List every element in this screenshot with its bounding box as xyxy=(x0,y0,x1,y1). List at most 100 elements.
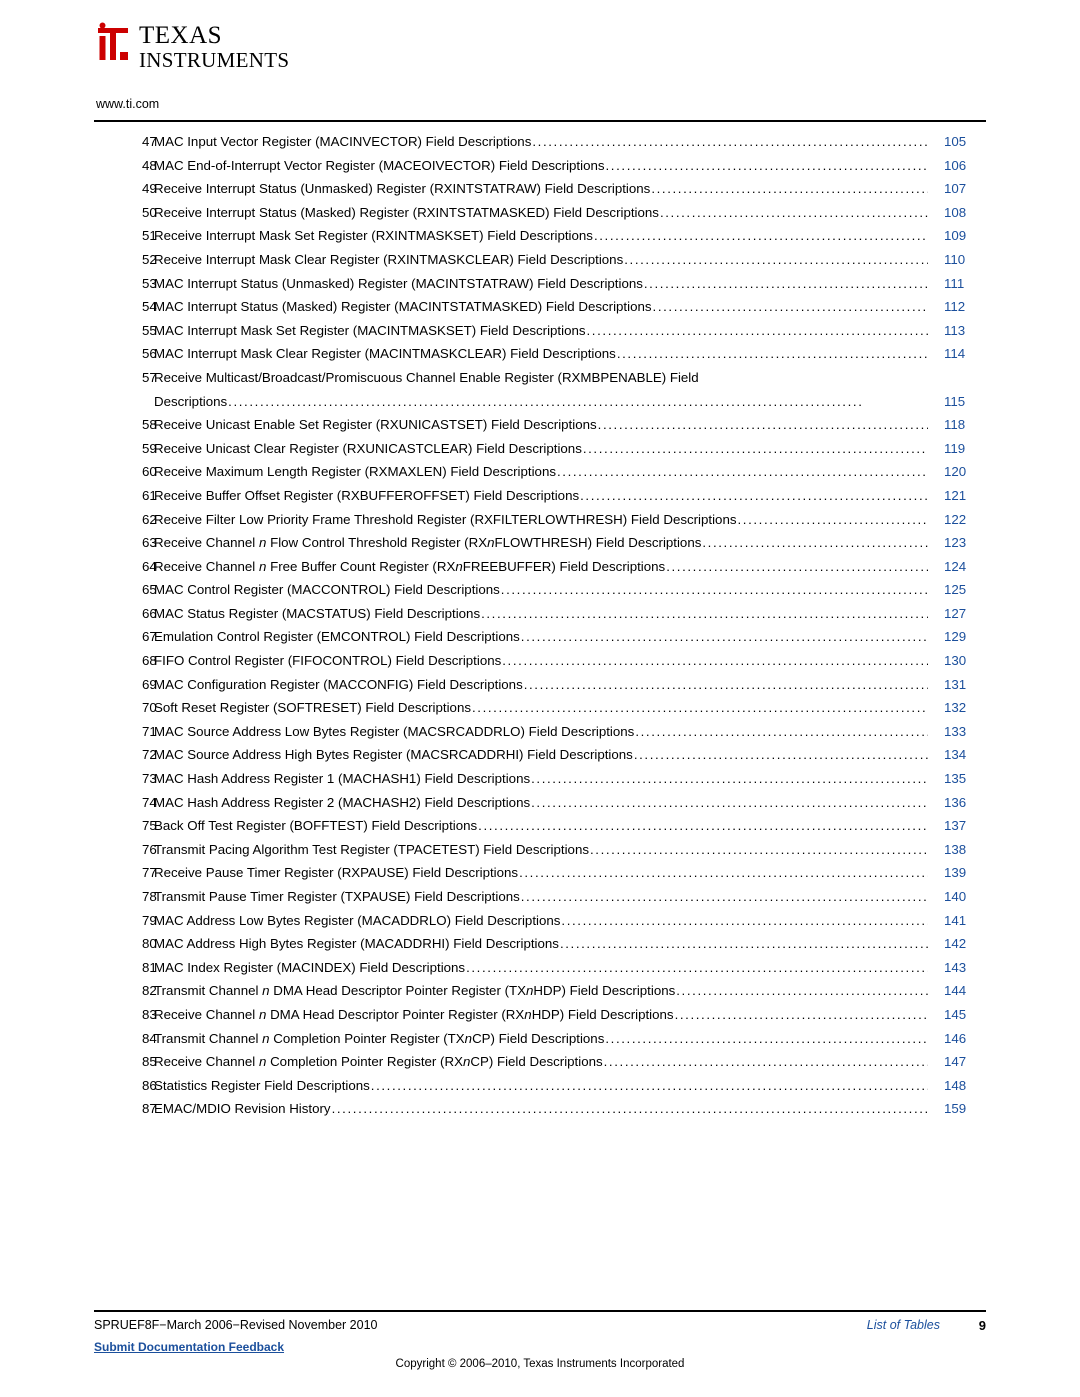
toc-title-line: MAC End-of-Interrupt Vector Register (MA… xyxy=(154,154,928,178)
toc-entry-number: 79 xyxy=(142,912,157,928)
toc-entry[interactable]: 51 Receive Interrupt Mask Set Register (R… xyxy=(94,224,986,248)
toc-entry[interactable]: 59 Receive Unicast Clear Register (RXUNIC… xyxy=(94,437,986,461)
toc-entry-page[interactable]: 125 xyxy=(928,578,986,602)
toc-leader-dots: ........................................… xyxy=(597,417,928,433)
toc-entry[interactable]: 53 MAC Interrupt Status (Unmasked) Regist… xyxy=(94,272,986,296)
toc-entry-page[interactable]: 141 xyxy=(928,909,986,933)
toc-entry-page[interactable]: 136 xyxy=(928,791,986,815)
toc-entry-page[interactable]: 145 xyxy=(928,1003,986,1027)
toc-entry-page[interactable]: 115 xyxy=(928,390,986,414)
toc-entry-page[interactable]: 110 xyxy=(928,248,986,272)
toc-entry-page[interactable]: 121 xyxy=(928,484,986,508)
toc-entry[interactable]: 62 Receive Filter Low Priority Frame Thre… xyxy=(94,508,986,532)
toc-entry-page[interactable]: 139 xyxy=(928,861,986,885)
toc-entry[interactable]: 85 Receive Channel n Completion Pointer R… xyxy=(94,1050,986,1074)
toc-entry-page[interactable]: 131 xyxy=(928,673,986,697)
toc-entry-page[interactable]: 133 xyxy=(928,720,986,744)
toc-entry[interactable]: 55 MAC Interrupt Mask Set Register (MACIN… xyxy=(94,319,986,343)
toc-entry-page[interactable]: 106 xyxy=(928,154,986,178)
toc-title-line: Receive Maximum Length Register (RXMAXLE… xyxy=(154,460,928,484)
toc-entry[interactable]: 69 MAC Configuration Register (MACCONFIG)… xyxy=(94,673,986,697)
toc-title-italic: n xyxy=(524,1006,532,1022)
toc-entry[interactable]: 50 Receive Interrupt Status (Masked) Regi… xyxy=(94,201,986,225)
toc-entry-page[interactable]: 144 xyxy=(928,979,986,1003)
toc-entry-page[interactable]: 114 xyxy=(928,342,986,366)
toc-entry-page[interactable]: 108 xyxy=(928,201,986,225)
toc-entry[interactable]: 48 MAC End-of-Interrupt Vector Register (… xyxy=(94,154,986,178)
toc-entry-page[interactable]: 134 xyxy=(928,743,986,767)
toc-entry[interactable]: 66 MAC Status Register (MACSTATUS) Field … xyxy=(94,602,986,626)
toc-entry[interactable]: 79 MAC Address Low Bytes Register (MACADD… xyxy=(94,909,986,933)
toc-entry[interactable]: 80 MAC Address High Bytes Register (MACAD… xyxy=(94,932,986,956)
toc-entry-page[interactable]: 129 xyxy=(928,625,986,649)
toc-entry-page[interactable]: 122 xyxy=(928,508,986,532)
toc-entry[interactable]: 75 Back Off Test Register (BOFFTEST) Fiel… xyxy=(94,814,986,838)
toc-entry[interactable]: 58 Receive Unicast Enable Set Register (R… xyxy=(94,413,986,437)
toc-entry[interactable]: 57 Receive Multicast/Broadcast/Promiscuou… xyxy=(94,366,986,413)
toc-entry[interactable]: 60 Receive Maximum Length Register (RXMAX… xyxy=(94,460,986,484)
toc-entry[interactable]: 68 FIFO Control Register (FIFOCONTROL) Fi… xyxy=(94,649,986,673)
toc-entry[interactable]: 63 Receive Channel n Flow Control Thresho… xyxy=(94,531,986,555)
toc-entry[interactable]: 81 MAC Index Register (MACINDEX) Field De… xyxy=(94,956,986,980)
toc-entry[interactable]: 61 Receive Buffer Offset Register (RXBUFF… xyxy=(94,484,986,508)
toc-entry[interactable]: 87 EMAC/MDIO Revision History............… xyxy=(94,1097,986,1121)
toc-entry[interactable]: 49 Receive Interrupt Status (Unmasked) Re… xyxy=(94,177,986,201)
toc-entry-page[interactable]: 159 xyxy=(928,1097,986,1121)
toc-entry-page[interactable]: 135 xyxy=(928,767,986,791)
toc-entry-title: Receive Filter Low Priority Frame Thresh… xyxy=(154,511,737,527)
toc-entry-page[interactable]: 112 xyxy=(928,295,986,319)
toc-entry[interactable]: 70 Soft Reset Register (SOFTRESET) Field … xyxy=(94,696,986,720)
toc-entry-page[interactable]: 119 xyxy=(928,437,986,461)
toc-entry[interactable]: 72 MAC Source Address High Bytes Register… xyxy=(94,743,986,767)
toc-entry-page[interactable]: 132 xyxy=(928,696,986,720)
toc-entry[interactable]: 67 Emulation Control Register (EMCONTROL)… xyxy=(94,625,986,649)
toc-entry[interactable]: 47 MAC Input Vector Register (MACINVECTOR… xyxy=(94,130,986,154)
toc-entry[interactable]: 84 Transmit Channel n Completion Pointer … xyxy=(94,1027,986,1051)
toc-entry-title: Transmit Channel n DMA Head Descriptor P… xyxy=(154,979,675,1003)
toc-entry[interactable]: 78 Transmit Pause Timer Register (TXPAUSE… xyxy=(94,885,986,909)
toc-entry-page[interactable]: 124 xyxy=(928,555,986,579)
toc-entry-number: 78 xyxy=(142,889,157,904)
toc-entry-page[interactable]: 142 xyxy=(928,932,986,956)
toc-entry-page[interactable]: 123 xyxy=(928,531,986,555)
toc-entry-page[interactable]: 118 xyxy=(928,413,986,437)
toc-entry-page[interactable]: 138 xyxy=(928,838,986,862)
toc-entry-page[interactable]: 140 xyxy=(928,885,986,909)
toc-leader-dots: ........................................… xyxy=(520,629,928,645)
toc-title-line: Descriptions............................… xyxy=(154,390,928,414)
toc-entry[interactable]: 52 Receive Interrupt Mask Clear Register … xyxy=(94,248,986,272)
toc-entry-page[interactable]: 143 xyxy=(928,956,986,980)
toc-entry-title: Statistics Register Field Descriptions xyxy=(154,1077,370,1093)
toc-entry-number: 68 xyxy=(142,653,157,669)
toc-entry[interactable]: 71 MAC Source Address Low Bytes Register … xyxy=(94,720,986,744)
toc-entry[interactable]: 73 MAC Hash Address Register 1 (MACHASH1)… xyxy=(94,767,986,791)
toc-entry[interactable]: 65 MAC Control Register (MACCONTROL) Fiel… xyxy=(94,578,986,602)
toc-entry-page[interactable]: 107 xyxy=(928,177,986,201)
toc-entry-page[interactable]: 137 xyxy=(928,814,986,838)
toc-entry-page[interactable]: 130 xyxy=(928,649,986,673)
toc-entry[interactable]: 56 MAC Interrupt Mask Clear Register (MAC… xyxy=(94,342,986,366)
toc-entry-page[interactable]: 148 xyxy=(928,1074,986,1098)
toc-entry[interactable]: 86 Statistics Register Field Descriptions… xyxy=(94,1074,986,1098)
toc-entry-page[interactable]: 105 xyxy=(928,130,986,154)
toc-entry-page[interactable]: 120 xyxy=(928,460,986,484)
toc-leader-dots: ........................................… xyxy=(586,322,928,338)
toc-entry[interactable]: 54 MAC Interrupt Status (Masked) Register… xyxy=(94,295,986,319)
toc-entry-title: MAC Interrupt Status (Masked) Register (… xyxy=(154,299,652,315)
toc-entry-page[interactable]: 113 xyxy=(928,319,986,343)
toc-entry[interactable]: 64 Receive Channel n Free Buffer Count Re… xyxy=(94,555,986,579)
toc-entry-page[interactable]: 146 xyxy=(928,1027,986,1051)
toc-entry-title: MAC Address High Bytes Register (MACADDR… xyxy=(154,936,559,952)
toc-entry[interactable]: 76 Transmit Pacing Algorithm Test Registe… xyxy=(94,838,986,862)
toc-title-line: Receive Channel n Free Buffer Count Regi… xyxy=(154,555,928,579)
toc-entry[interactable]: 77 Receive Pause Timer Register (RXPAUSE)… xyxy=(94,861,986,885)
toc-entry[interactable]: 74 MAC Hash Address Register 2 (MACHASH2)… xyxy=(94,791,986,815)
toc-entry[interactable]: 82 Transmit Channel n DMA Head Descriptor… xyxy=(94,979,986,1003)
submit-documentation-feedback-link[interactable]: Submit Documentation Feedback xyxy=(94,1340,284,1354)
toc-entry-page[interactable]: 109 xyxy=(928,224,986,248)
toc-entry-page[interactable]: 127 xyxy=(928,602,986,626)
toc-entry-page[interactable]: 111 xyxy=(928,272,986,296)
toc-entry-title: MAC Hash Address Register 2 (MACHASH2) F… xyxy=(154,794,531,810)
toc-entry-page[interactable]: 147 xyxy=(928,1050,986,1074)
toc-entry[interactable]: 83 Receive Channel n DMA Head Descriptor … xyxy=(94,1003,986,1027)
